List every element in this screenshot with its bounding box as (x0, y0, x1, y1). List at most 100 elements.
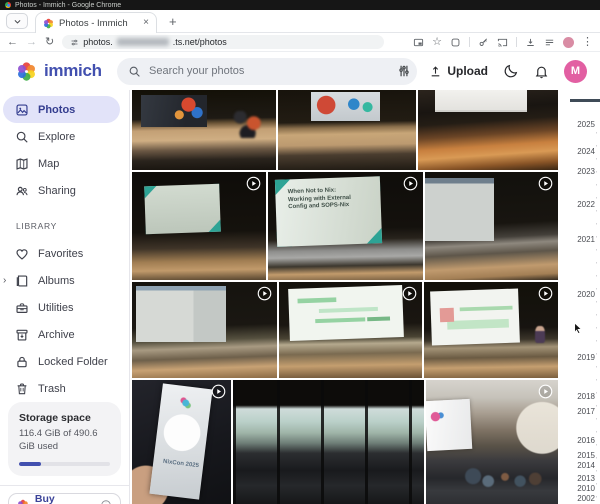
search-input[interactable] (149, 65, 389, 77)
archive-icon (15, 328, 29, 342)
timeline-year-2014[interactable]: 2014 (574, 462, 595, 470)
site-info-icon[interactable] (70, 38, 79, 47)
sidebar-item-albums[interactable]: › Albums (0, 267, 129, 294)
video-talk-teal-slide[interactable] (132, 172, 266, 280)
url-redacted-blur (117, 38, 169, 46)
sidebar-footer: Buy Immich (0, 485, 129, 504)
sidebar: Photos Explore Map Sharing LIBRARY Favorite… (0, 90, 130, 504)
reading-list-icon[interactable] (544, 37, 555, 48)
sidebar-item-label: Map (38, 158, 59, 170)
albums-icon (15, 274, 29, 288)
passwords-key-icon[interactable] (478, 37, 489, 48)
storage-progress-fill (19, 462, 41, 466)
upload-button[interactable]: Upload (429, 64, 488, 78)
sidebar-item-explore[interactable]: Explore (0, 123, 129, 150)
sidebar-item-favorites[interactable]: Favorites (0, 240, 129, 267)
chrome-icon (5, 2, 11, 8)
dark-mode-moon-icon[interactable] (503, 63, 519, 79)
browser-profile-avatar[interactable] (563, 37, 574, 48)
library-section-label: LIBRARY (16, 221, 129, 231)
timeline-year-2022[interactable]: 2022 (574, 201, 595, 209)
video-slide-green-red-chart[interactable] (424, 282, 558, 378)
address-bar[interactable]: photos..ts.net/photos (62, 35, 384, 49)
sidebar-item-label: Albums (38, 275, 75, 287)
timeline-year-2017[interactable]: 2017 (574, 408, 595, 416)
buy-immich-button[interactable]: Buy Immich (8, 493, 121, 504)
photo-conference-room-lake-view[interactable] (233, 380, 424, 504)
tab-close-icon[interactable]: × (143, 18, 149, 28)
video-talk-grey-screen[interactable] (425, 172, 558, 280)
search-filters-icon[interactable] (397, 64, 411, 78)
timeline-year-2002[interactable]: 2002 (574, 495, 595, 503)
search-bar[interactable] (117, 58, 417, 85)
video-slide-green-diagram[interactable] (279, 282, 422, 378)
timeline-year-2023[interactable]: 2023 (574, 168, 595, 176)
url-suffix: .ts.net/photos (173, 37, 227, 47)
timeline-scrubber[interactable]: 2025 2024 2023 2022 2021 2020 2019 2018 2017 2016… (558, 90, 600, 504)
downloads-icon[interactable] (525, 37, 536, 48)
photo-lecture-hall-red-blue-slide[interactable] (278, 90, 416, 170)
chevron-down-icon (13, 17, 22, 26)
user-avatar[interactable]: M (564, 60, 587, 83)
forward-button[interactable]: → (26, 37, 37, 48)
timeline-year-2021[interactable]: 2021 (574, 236, 595, 244)
sidebar-item-locked-folder[interactable]: Locked Folder (0, 348, 129, 375)
immich-favicon-icon (43, 18, 54, 29)
new-tab-button[interactable]: + (169, 15, 177, 28)
video-hall-logo-slide[interactable] (426, 380, 558, 504)
reload-button[interactable]: ↻ (45, 37, 54, 48)
toolbar-separator (469, 37, 470, 47)
header-actions: Upload M (429, 60, 587, 83)
sidebar-item-map[interactable]: Map (0, 150, 129, 177)
brand-name: immich (44, 61, 102, 81)
picture-in-picture-icon[interactable] (413, 37, 424, 48)
immich-header: immich Upload M (0, 52, 600, 90)
sidebar-item-trash[interactable]: Trash (0, 375, 129, 402)
search-icon (128, 65, 141, 78)
photo-lecture-hall-white-screen[interactable] (418, 90, 558, 170)
video-nixcon-badge-box[interactable]: NixCon 2025 (132, 380, 231, 504)
timeline-year-2013[interactable]: 2013 (574, 475, 595, 483)
timeline-year-2019[interactable]: 2019 (574, 354, 595, 362)
storage-title: Storage space (19, 412, 110, 424)
sidebar-item-photos[interactable]: Photos (3, 96, 120, 123)
people-icon (15, 184, 29, 198)
buy-immich-label: Buy Immich (35, 493, 94, 504)
photo-lecture-hall-colorful-slide[interactable] (132, 90, 276, 170)
timeline-year-2018[interactable]: 2018 (574, 393, 595, 401)
sidebar-item-sharing[interactable]: Sharing (0, 177, 129, 204)
map-icon (15, 157, 29, 171)
sidebar-item-label: Favorites (38, 248, 83, 260)
immich-logo[interactable]: immich (16, 61, 117, 82)
info-icon[interactable] (100, 499, 112, 504)
photo-grid: When Not to Nix: Working with External C… (132, 90, 558, 504)
sidebar-item-label: Explore (38, 131, 75, 143)
play-badge-icon (402, 286, 417, 301)
notifications-bell-icon[interactable] (534, 64, 549, 79)
timeline-year-2015[interactable]: 2015 (574, 452, 595, 460)
chrome-menu-icon[interactable]: ⋮ (582, 37, 593, 48)
video-talk-sops-nix-slide[interactable]: When Not to Nix: Working with External C… (268, 172, 423, 280)
sidebar-item-archive[interactable]: Archive (0, 321, 129, 348)
tab-organizer-icon[interactable] (450, 37, 461, 48)
chrome-toolbar: ← → ↻ photos..ts.net/photos ☆ ⋮ (0, 33, 600, 52)
timeline-year-2025[interactable]: 2025 (574, 121, 595, 129)
tab-photos-immich[interactable]: Photos - Immich × (35, 12, 157, 33)
back-button[interactable]: ← (7, 37, 18, 48)
timeline-year-2016[interactable]: 2016 (574, 437, 595, 445)
immich-flower-icon (17, 499, 29, 504)
timeline-year-2024[interactable]: 2024 (574, 148, 595, 156)
chevron-right-icon[interactable]: › (3, 276, 6, 286)
photos-icon (15, 103, 29, 117)
play-badge-icon (211, 384, 226, 399)
video-demo-window[interactable] (132, 282, 277, 378)
timeline-year-2010[interactable]: 2010 (574, 485, 595, 493)
cast-icon[interactable] (497, 37, 508, 48)
bookmark-star-icon[interactable]: ☆ (432, 37, 442, 48)
photo-slide-text: When Not to Nix: Working with External C… (288, 187, 357, 212)
timeline-year-2020[interactable]: 2020 (574, 291, 595, 299)
sidebar-item-utilities[interactable]: Utilities (0, 294, 129, 321)
photo-grid-row: When Not to Nix: Working with External C… (132, 172, 558, 280)
tab-search-button[interactable] (6, 13, 28, 29)
search-icon (15, 130, 29, 144)
